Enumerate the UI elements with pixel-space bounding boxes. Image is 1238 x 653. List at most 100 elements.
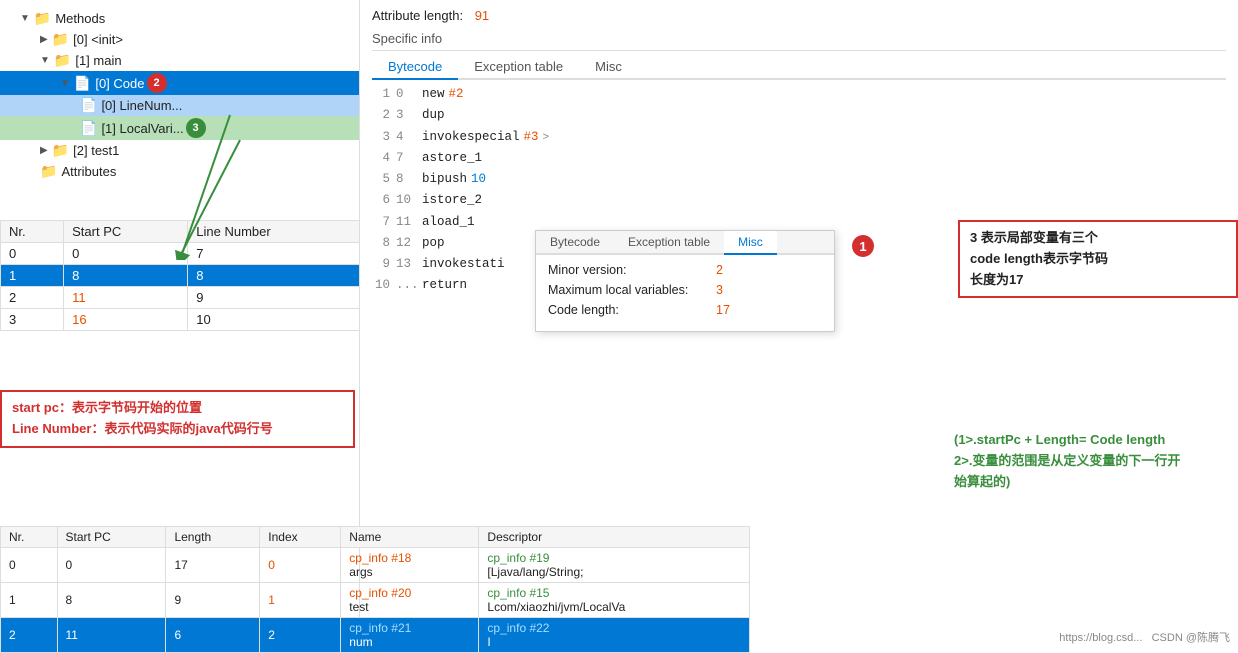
- tree-label: [0] Code: [95, 76, 144, 91]
- tree-item-main[interactable]: ▼ 📁 [1] main: [0, 50, 359, 71]
- annot-line1: start pc：表示字节码开始的位置: [12, 400, 202, 415]
- table-cell: cp_info #20test: [341, 583, 479, 618]
- annot-br-line2: 2>.变量的范围是从定义变量的下一行开: [954, 453, 1180, 468]
- table-cell: 16: [64, 309, 188, 331]
- badge-3: 3: [186, 118, 206, 138]
- table-cell: 2: [1, 287, 64, 309]
- bytecode-line: 5 8 bipush 10: [372, 169, 1226, 190]
- info-row: Minor version: 2: [548, 263, 822, 277]
- table-cell: 3: [1, 309, 64, 331]
- tree-label: [0] LineNum...: [101, 98, 182, 113]
- table-cell: 2: [1, 618, 58, 653]
- table-row: 1891cp_info #20testcp_info #15Lcom/xiaoz…: [1, 583, 750, 618]
- table-cell: 11: [57, 618, 166, 653]
- table-cell: cp_info #15Lcom/xiaozhi/jvm/LocalVa: [479, 583, 750, 618]
- line-number-table: Nr. Start PC Line Number 007188211931610: [0, 220, 360, 331]
- folder-icon: 📁: [40, 163, 57, 180]
- table-cell: 9: [166, 583, 260, 618]
- tree-label: [1] main: [75, 53, 121, 68]
- tab-bytecode[interactable]: Bytecode: [372, 55, 458, 80]
- tab-misc[interactable]: Misc: [579, 55, 638, 78]
- line-number-data-table: Nr. Start PC Line Number 007188211931610: [0, 220, 360, 331]
- table-cell: 17: [166, 548, 260, 583]
- tree-item-linenum[interactable]: 📄 [0] LineNum...: [0, 95, 359, 116]
- arrow-icon: ▼: [20, 13, 30, 24]
- inner-panel: Bytecode Exception table Misc Minor vers…: [535, 230, 835, 332]
- inner-tab-misc[interactable]: Misc: [724, 231, 777, 255]
- inner-tab-bytecode[interactable]: Bytecode: [536, 231, 614, 253]
- annot-right-line1: 3 表示局部变量有三个: [970, 230, 1098, 245]
- arrow-icon: ▼: [60, 78, 70, 89]
- table-cell: 8: [64, 265, 188, 287]
- table-row: 21162cp_info #21numcp_info #22I: [1, 618, 750, 653]
- table-cell: 6: [166, 618, 260, 653]
- attr-length-row: Attribute length: 91: [372, 8, 1226, 23]
- info-row: Code length: 17: [548, 303, 822, 317]
- table-cell: 10: [188, 309, 360, 331]
- tree-item-methods[interactable]: ▼ 📁 Methods: [0, 8, 359, 29]
- bytecode-line: 2 3 dup: [372, 105, 1226, 126]
- inner-tab-exception-table[interactable]: Exception table: [614, 231, 724, 253]
- annot-line2: Line Number：表示代码实际的java代码行号: [12, 421, 273, 436]
- col-header: Name: [341, 527, 479, 548]
- watermark: https://blog.csd... CSDN @陈腾飞: [1059, 629, 1230, 645]
- table-cell: 0: [64, 243, 188, 265]
- table-cell: cp_info #21num: [341, 618, 479, 653]
- table-row: 00170cp_info #18argscp_info #19[Ljava/la…: [1, 548, 750, 583]
- table-cell: cp_info #18args: [341, 548, 479, 583]
- table-cell: 1: [260, 583, 341, 618]
- tree-item-test1[interactable]: ▶ 📁 [2] test1: [0, 140, 359, 161]
- table-cell: 1: [1, 583, 58, 618]
- inner-content: Minor version: 2 Maximum local variables:…: [536, 255, 834, 331]
- col-linenum: Line Number: [188, 221, 360, 243]
- folder-icon: 📁: [52, 31, 69, 48]
- attr-length-label: Attribute length:: [372, 8, 463, 23]
- tree-item-attributes[interactable]: 📁 Attributes: [0, 161, 359, 182]
- col-header: Length: [166, 527, 260, 548]
- annot-br-line1: (1>.startPc + Length= Code length: [954, 432, 1165, 447]
- arrow-icon: ▼: [40, 55, 50, 66]
- tree-label: Methods: [55, 11, 105, 26]
- tree-item-localvar[interactable]: 📄 [1] LocalVari... 3: [0, 116, 359, 140]
- tree-label: [1] LocalVari...: [101, 121, 183, 136]
- folder-icon: 📄: [80, 97, 97, 114]
- table-cell: 9: [188, 287, 360, 309]
- table-cell: 0: [260, 548, 341, 583]
- annotation-bottom-right: (1>.startPc + Length= Code length 2>.变量的…: [954, 430, 1234, 492]
- col-nr: Nr.: [1, 221, 64, 243]
- table-cell: 8: [57, 583, 166, 618]
- table-cell: 11: [64, 287, 188, 309]
- table-cell: 0: [57, 548, 166, 583]
- col-header: Index: [260, 527, 341, 548]
- table-cell: 0: [1, 548, 58, 583]
- local-var-table: Nr.Start PCLengthIndexNameDescriptor 001…: [0, 526, 750, 653]
- annot-br-line3: 始算起的): [954, 474, 1010, 489]
- table-cell: 1: [1, 265, 64, 287]
- local-var-section: Nr.Start PCLengthIndexNameDescriptor 001…: [0, 526, 750, 653]
- table-cell: cp_info #19[Ljava/lang/String;: [479, 548, 750, 583]
- col-header: Nr.: [1, 527, 58, 548]
- bytecode-line: 6 10 istore_2: [372, 190, 1226, 211]
- annotation-right: 3 表示局部变量有三个 code length表示字节码 长度为17: [958, 220, 1238, 298]
- tab-exception-table[interactable]: Exception table: [458, 55, 579, 78]
- info-row: Maximum local variables: 3: [548, 283, 822, 297]
- inner-tabs: Bytecode Exception table Misc: [536, 231, 834, 255]
- col-header: Descriptor: [479, 527, 750, 548]
- table-cell: 2: [260, 618, 341, 653]
- badge-2: 2: [147, 73, 167, 93]
- folder-icon: 📁: [52, 142, 69, 159]
- folder-icon: 📁: [34, 10, 51, 27]
- col-startpc: Start PC: [64, 221, 188, 243]
- table-cell: 0: [1, 243, 64, 265]
- annot-right-line3: 长度为17: [970, 272, 1023, 287]
- table-cell: 8: [188, 265, 360, 287]
- specific-info-label: Specific info: [372, 31, 1226, 51]
- tree-item-code[interactable]: ▼ 📄 [0] Code 2: [0, 71, 359, 95]
- folder-icon: 📄: [74, 75, 91, 92]
- arrow-icon: ▶: [40, 145, 48, 156]
- main-tabs: Bytecode Exception table Misc: [372, 55, 1226, 80]
- attr-length-value: 91: [475, 8, 489, 23]
- tree-item-init[interactable]: ▶ 📁 [0] <init>: [0, 29, 359, 50]
- tree-label: Attributes: [61, 164, 116, 179]
- badge-1-circle: 1: [850, 235, 874, 257]
